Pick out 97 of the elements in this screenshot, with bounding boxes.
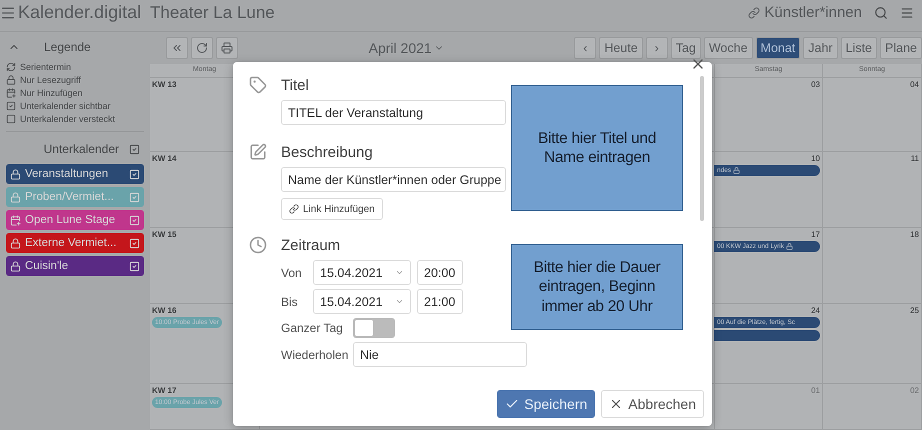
day-number: 24 [811,306,820,315]
day-number: 10 [811,154,820,163]
time-field[interactable]: 20:00 [417,260,463,285]
chevron-down-icon [395,268,404,277]
day-number: 18 [910,230,919,239]
day-number: 02 [910,386,919,395]
menu-icon [0,4,16,20]
section-label: Zeitraum [281,236,342,256]
lock-icon [6,74,16,84]
save-button[interactable]: Speichern [497,390,596,418]
edit-icon [249,143,267,161]
subcalendars-title: Unterkalender [44,142,119,156]
day-number: 25 [910,306,919,315]
double-chevron-icon [171,42,183,54]
subcalendar-item[interactable]: Cuisin'le [6,256,144,276]
month-picker[interactable]: April 2021 [362,39,450,57]
checkbox-checked-icon[interactable] [129,214,140,226]
week-number: KW 17 [152,386,178,395]
menu-icon[interactable] [900,6,914,20]
checkbox-checked-icon [6,100,16,110]
printer-icon [221,42,233,54]
refresh-icon [6,62,16,72]
lock-icon [10,192,21,202]
view-tab[interactable]: Tag [670,37,701,59]
tag-icon [249,76,267,94]
view-tab[interactable]: Monat [756,37,800,59]
field-label: Wiederholen [281,348,347,362]
all-day-switch[interactable] [353,318,395,338]
section-label: Beschreibung [281,143,374,163]
view-tab[interactable]: Woche [704,37,753,59]
lock-icon [10,168,21,180]
scrollbar[interactable] [700,76,704,221]
legend-label: Nur Lesezugriff [20,74,81,84]
legend-label: Unterkalender sichtbar [20,100,111,110]
refresh-icon [196,42,208,54]
subcalendar-item[interactable]: Veranstaltungen [6,164,144,184]
cancel-button[interactable]: Abbrechen [601,390,704,418]
link-icon [289,204,299,214]
repeat-field[interactable]: Nie [353,342,527,367]
calendar-plus-icon [6,88,16,98]
link-icon [748,6,760,18]
time-field[interactable]: 21:00 [417,289,463,314]
search-icon[interactable] [874,6,888,20]
date-select[interactable]: 15.04.2021 [313,260,411,285]
calendar-plus-icon [10,214,21,226]
subcalendar-name: Open Lune Stage [25,214,116,226]
date-select[interactable]: 15.04.2021 [313,289,411,314]
calendar-name: Theater La Lune [150,2,275,22]
subcalendar-name: Externe Vermiet... [25,237,118,249]
refresh-button[interactable] [191,37,213,59]
day-number: 04 [910,80,919,89]
subcalendar-name: Veranstaltungen [25,168,110,180]
week-number: KW 14 [152,154,178,163]
week-number: KW 15 [152,230,178,239]
app-logo[interactable]: Kalender.digital [0,2,150,23]
user-link[interactable]: Künstler*innen [748,4,862,21]
subcalendar-item[interactable]: Externe Vermiet... [6,233,144,253]
week-number: KW 13 [152,80,178,89]
legend-label: Nur Hinzufügen [20,88,83,98]
back-button[interactable] [166,37,188,59]
lock-icon [10,260,21,272]
checkbox[interactable] [129,144,140,154]
description-field[interactable]: Name der Künstler*innen oder Gruppe [281,167,506,192]
field-label: Bis [281,294,299,308]
subcalendar-item[interactable]: Open Lune Stage [6,210,144,230]
legend-toggle[interactable]: Legende [6,36,144,60]
view-tab[interactable]: Jahr [803,37,838,59]
chevron-down-icon [395,297,404,306]
clock-icon [249,236,267,254]
field-label: Ganzer Tag [281,321,344,335]
subcalendar-name: Proben/Vermiet... [25,191,115,203]
lock-icon [10,238,21,248]
add-link-button[interactable]: Link Hinzufügen [281,198,383,220]
day-number: 17 [811,230,820,239]
legend-label: Unterkalender versteckt [20,114,116,124]
view-tab[interactable]: Liste [840,37,878,59]
day-number: 11 [910,154,919,163]
section-label: Titel [281,76,310,96]
subcalendar-name: Cuisin'le [25,260,70,272]
week-number: KW 16 [152,306,178,315]
checkbox-checked-icon[interactable] [129,168,140,180]
nav-button[interactable]: › [646,37,668,59]
nav-button[interactable]: ‹ [574,37,596,59]
annotation-note: Bitte hier die Dauer eintragen, Beginn immer ab 20 Uhr [511,244,683,330]
day-number: 03 [811,80,820,89]
print-button[interactable] [216,37,238,59]
checkbox-checked-icon[interactable] [129,192,140,202]
checkbox-empty-icon [6,114,16,124]
day-number: 01 [811,386,820,395]
annotation-note: Bitte hier Titel und Name eintragen [511,85,683,211]
view-tab[interactable]: Plane [880,37,922,59]
field-label: Von [281,266,303,280]
checkbox-checked-icon[interactable] [129,260,140,272]
legend-label: Serientermin [20,62,72,72]
title-field[interactable]: TITEL der Veranstaltung [281,100,506,125]
checkbox-checked-icon[interactable] [129,238,140,248]
nav-button[interactable]: Heute [599,37,643,59]
